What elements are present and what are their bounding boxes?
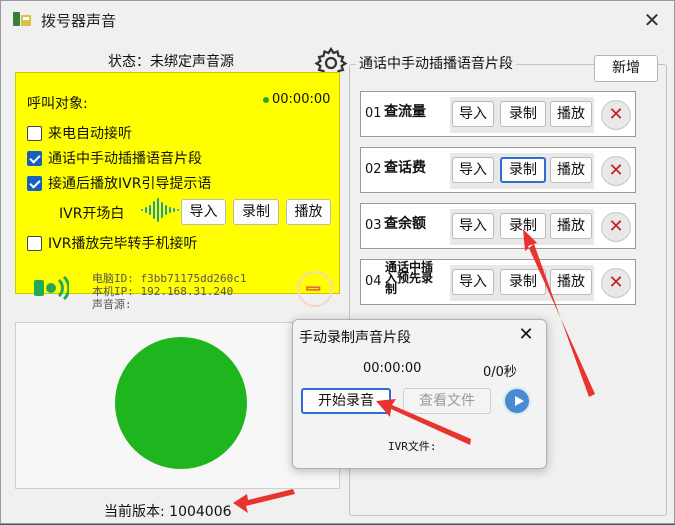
segment-number: 03 — [365, 218, 382, 233]
segment-number: 02 — [365, 162, 382, 177]
segment-row: 02 查话费 导入 录制 播放 ✕ — [360, 147, 636, 193]
start-recording-button[interactable]: 开始录音 — [301, 388, 391, 414]
dialog-close-icon[interactable]: ✕ — [516, 324, 536, 346]
delete-segment-icon[interactable]: ✕ — [601, 212, 631, 242]
segment-number: 04 — [365, 274, 382, 289]
segment-play-button[interactable]: 播放 — [550, 269, 592, 295]
call-timer-value: 00:00:00 — [272, 92, 331, 107]
option-label: 接通后播放IVR引导提示语 — [48, 176, 212, 192]
window-close-icon[interactable]: ✕ — [641, 9, 663, 31]
sound-source-icon — [34, 275, 69, 301]
segment-row: 03 查余额 导入 录制 播放 ✕ — [360, 203, 636, 249]
status-text: 状态：未绑定声音源 — [108, 54, 234, 70]
segment-play-button[interactable]: 播放 — [550, 101, 592, 127]
device-info-panel: 电脑ID: f3bb71175dd260c1 本机IP: 192.168.31.… — [15, 258, 340, 318]
ivr-record-button[interactable]: 录制 — [233, 199, 279, 225]
main-window: 拨号器声音 ✕ 状态：未绑定声音源 呼叫对象: 00:00:00 来电自动接听 … — [0, 0, 675, 524]
option-ivr-forward[interactable]: IVR播放完毕转手机接听 — [27, 233, 197, 253]
version-text: 当前版本: 1004006 — [104, 504, 232, 520]
segments-group-title: 通话中手动插播语音片段 — [356, 53, 516, 73]
phone-app-icon — [13, 12, 31, 26]
record-dialog: 手动录制声音片段 ✕ 00:00:00 0/0秒 开始录音 查看文件 IVR文件… — [292, 319, 547, 469]
segment-import-button[interactable]: 导入 — [452, 269, 494, 295]
add-segment-button[interactable]: 新增 — [594, 55, 658, 82]
ivr-import-button[interactable]: 导入 — [181, 199, 226, 225]
status-dot-icon — [263, 96, 269, 103]
segment-record-button[interactable]: 录制 — [500, 269, 546, 295]
title-bar: 拨号器声音 ✕ — [1, 1, 674, 37]
play-icon[interactable] — [503, 387, 531, 415]
option-label: IVR播放完毕转手机接听 — [48, 236, 198, 252]
checkbox[interactable] — [27, 150, 42, 166]
status-indicator-circle — [115, 337, 247, 469]
record-count: 0/0秒 — [483, 365, 517, 380]
delete-segment-icon[interactable]: ✕ — [601, 100, 631, 130]
window-title: 拨号器声音 — [41, 12, 117, 30]
segment-import-button[interactable]: 导入 — [452, 157, 494, 183]
segment-record-button[interactable]: 录制 — [500, 157, 546, 183]
checkbox[interactable] — [27, 235, 42, 251]
hangup-button[interactable] — [297, 271, 333, 307]
segment-row: 04 通话中插入预先录制 导入 录制 播放 ✕ — [360, 259, 636, 305]
segment-record-button[interactable]: 录制 — [500, 101, 546, 127]
segment-play-button[interactable]: 播放 — [550, 157, 592, 183]
segment-record-button[interactable]: 录制 — [500, 213, 546, 239]
call-timer: 00:00:00 — [263, 92, 330, 107]
segment-play-button[interactable]: 播放 — [550, 213, 592, 239]
segment-row: 01 查流量 导入 录制 播放 ✕ — [360, 91, 636, 137]
segment-name: 查余额 — [384, 216, 426, 232]
segment-import-button[interactable]: 导入 — [452, 213, 494, 239]
ivr-file-label: IVR文件: — [388, 440, 437, 453]
segment-name: 查流量 — [384, 104, 426, 120]
segment-name: 通话中插入预先录制 — [385, 260, 434, 296]
option-label: 通话中手动插播语音片段 — [48, 151, 202, 167]
ivr-open-label: IVR开场白 — [59, 206, 125, 222]
waveform-icon — [141, 198, 179, 222]
option-label: 来电自动接听 — [48, 126, 132, 142]
dialog-title: 手动录制声音片段 — [299, 330, 411, 346]
checkbox[interactable] — [27, 175, 42, 191]
checkbox[interactable] — [27, 125, 42, 141]
segment-name: 查话费 — [384, 160, 426, 176]
hangup-icon — [306, 286, 321, 291]
view-file-button[interactable]: 查看文件 — [403, 388, 491, 414]
segment-number: 01 — [365, 106, 382, 121]
segment-import-button[interactable]: 导入 — [452, 101, 494, 127]
sound-source: 声音源: — [92, 298, 132, 311]
delete-segment-icon[interactable]: ✕ — [601, 268, 631, 298]
call-target-label: 呼叫对象: — [27, 96, 88, 112]
delete-segment-icon[interactable]: ✕ — [601, 156, 631, 186]
ivr-play-button[interactable]: 播放 — [286, 199, 331, 225]
record-time: 00:00:00 — [363, 361, 422, 376]
option-ivr-prompt[interactable]: 接通后播放IVR引导提示语 — [27, 173, 211, 193]
option-manual-insert[interactable]: 通话中手动插播语音片段 — [27, 148, 202, 168]
option-auto-answer[interactable]: 来电自动接听 — [27, 123, 132, 143]
